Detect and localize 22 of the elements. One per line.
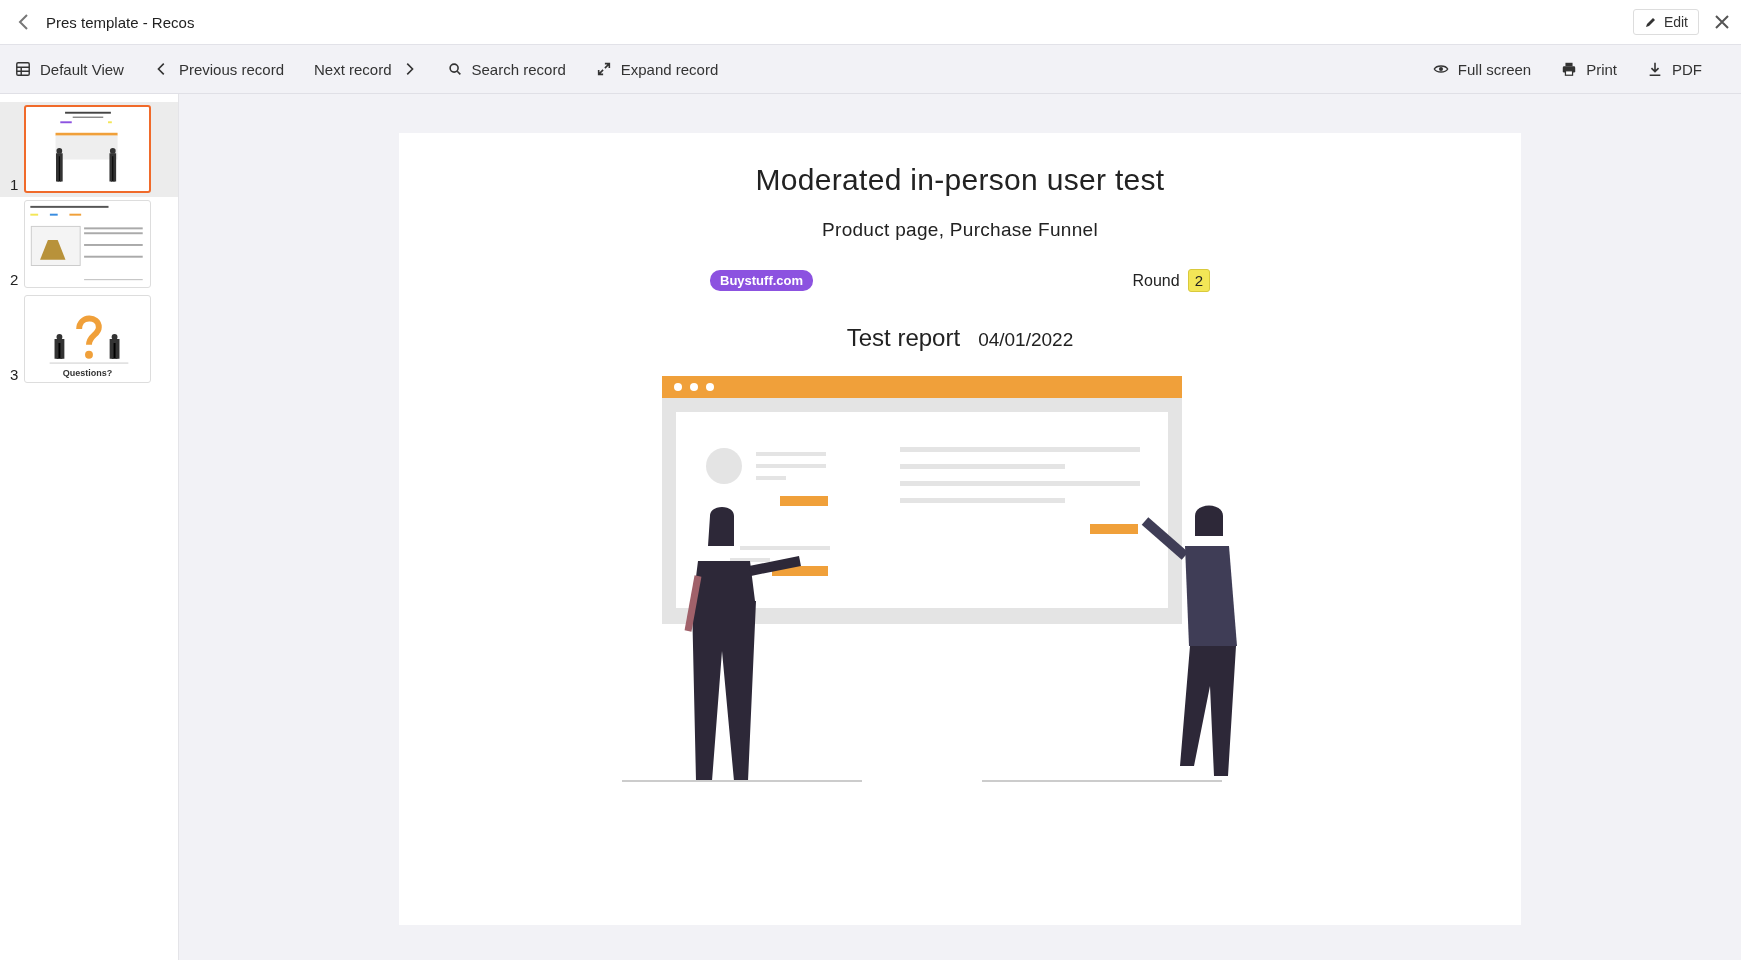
slide-number: 2 — [10, 271, 20, 288]
window-title: Pres template - Recos — [46, 13, 196, 31]
toolbar-button[interactable]: Print — [1558, 60, 1632, 78]
slide-subtitle: Product page, Purchase Funnel — [822, 219, 1098, 241]
slide-title: Moderated in-person user test — [755, 163, 1165, 197]
edit-button[interactable]: Edit — [1632, 9, 1699, 35]
slide-thumbnail[interactable]: Questions? — [24, 295, 151, 383]
round-value: 2 — [1187, 269, 1210, 292]
toolbar-button[interactable]: Default View — [12, 60, 139, 78]
toolbar-button[interactable]: Previous record — [150, 60, 299, 78]
toolbar-button[interactable]: Next record — [311, 60, 432, 78]
thumbnail-caption: Questions? — [61, 367, 114, 379]
slide-number: 3 — [10, 366, 20, 383]
toolbar-button[interactable]: Full screen — [1429, 60, 1547, 78]
report-label: Test report — [846, 324, 961, 352]
round-label: Round — [1132, 271, 1180, 290]
toolbar-button[interactable]: Expand record — [592, 60, 734, 78]
report-date: 04/01/2022 — [978, 329, 1074, 351]
toolbar-button[interactable]: PDF — [1644, 60, 1717, 78]
toolbar-button[interactable]: Search record — [443, 60, 581, 78]
site-tag: Buystuff.com — [710, 270, 814, 291]
slide-number: 1 — [10, 176, 20, 193]
